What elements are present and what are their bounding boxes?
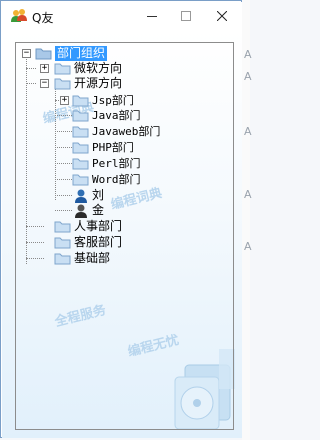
close-icon [217,11,227,21]
background-text: A [244,188,252,201]
folder-icon [72,174,89,186]
background-text: A [244,125,252,138]
tree-node-opensource[interactable]: − 开源方向 [16,76,233,92]
qyou-window: Q友 编程词典 编程词典 全程服务 编程无忧 − 部门组织 + 微软方向 − 开… [0,0,242,438]
background-text: A [244,70,252,83]
tree-node-microsoft[interactable]: + 微软方向 [16,61,233,77]
tree-node-label: Java部门 [92,109,141,122]
maximize-button[interactable] [169,2,203,30]
collapse-toggle[interactable]: − [40,79,49,88]
tree-node-label: 刘 [92,188,105,202]
background-window-strip [242,0,250,440]
folder-icon [72,142,89,154]
tree-node-label: PHP部门 [92,141,134,154]
background-text: A [244,48,252,61]
tree-node-label: 部门组织 [55,46,108,61]
folder-icon [72,110,89,122]
tree-node-label: 金 [92,203,105,217]
client-area: 编程词典 编程词典 全程服务 编程无忧 − 部门组织 + 微软方向 − 开源方向… [2,30,242,438]
tree-node-user-liu[interactable]: 刘 [16,188,233,204]
folder-icon [35,48,52,60]
department-tree[interactable]: − 部门组织 + 微软方向 − 开源方向 + Jsp部门 Java部门 Java… [15,42,234,430]
tree-node-label: 客服部门 [74,235,123,249]
tree-node-label: 微软方向 [74,61,123,75]
tree-node-javaweb[interactable]: Javaweb部门 [16,124,233,140]
tree-node-word[interactable]: Word部门 [16,172,233,188]
folder-icon [54,221,71,233]
user-icon [75,204,87,218]
user-icon [75,189,87,203]
title-bar[interactable]: Q友 [2,2,242,30]
tree-node-user-jin[interactable]: 金 [16,203,233,219]
tree-node-jsp[interactable]: + Jsp部门 [16,93,233,109]
tree-node-label: Perl部门 [92,157,141,170]
folder-icon [72,126,89,138]
folder-icon [54,253,71,265]
tree-node-label: 人事部门 [74,219,123,233]
expand-toggle[interactable]: + [40,64,49,73]
folder-icon [54,78,71,90]
tree-node-basic[interactable]: 基础部 [16,251,233,267]
folder-icon [72,158,89,170]
tree-node-php[interactable]: PHP部门 [16,140,233,156]
folder-icon [54,237,71,249]
window-title: Q友 [32,11,54,25]
close-button[interactable] [205,2,239,30]
tree-node-label: Word部门 [92,173,141,186]
tree-node-customer-service[interactable]: 客服部门 [16,235,233,251]
tree-node-perl[interactable]: Perl部门 [16,156,233,172]
folder-icon [72,95,89,107]
minimize-button[interactable] [135,2,169,30]
collapse-toggle[interactable]: − [22,49,31,58]
tree-node-label: Javaweb部门 [92,125,161,138]
expand-toggle[interactable]: + [60,96,69,105]
background-text: A [244,240,252,253]
folder-icon [54,63,71,75]
users-app-icon [11,9,27,22]
tree-node-java[interactable]: Java部门 [16,108,233,124]
tree-node-root[interactable]: − 部门组织 [16,46,233,62]
tree-node-label: 基础部 [74,251,111,265]
tree-node-label: Jsp部门 [92,94,134,107]
tree-node-hr[interactable]: 人事部门 [16,219,233,235]
tree-node-label: 开源方向 [74,76,123,90]
